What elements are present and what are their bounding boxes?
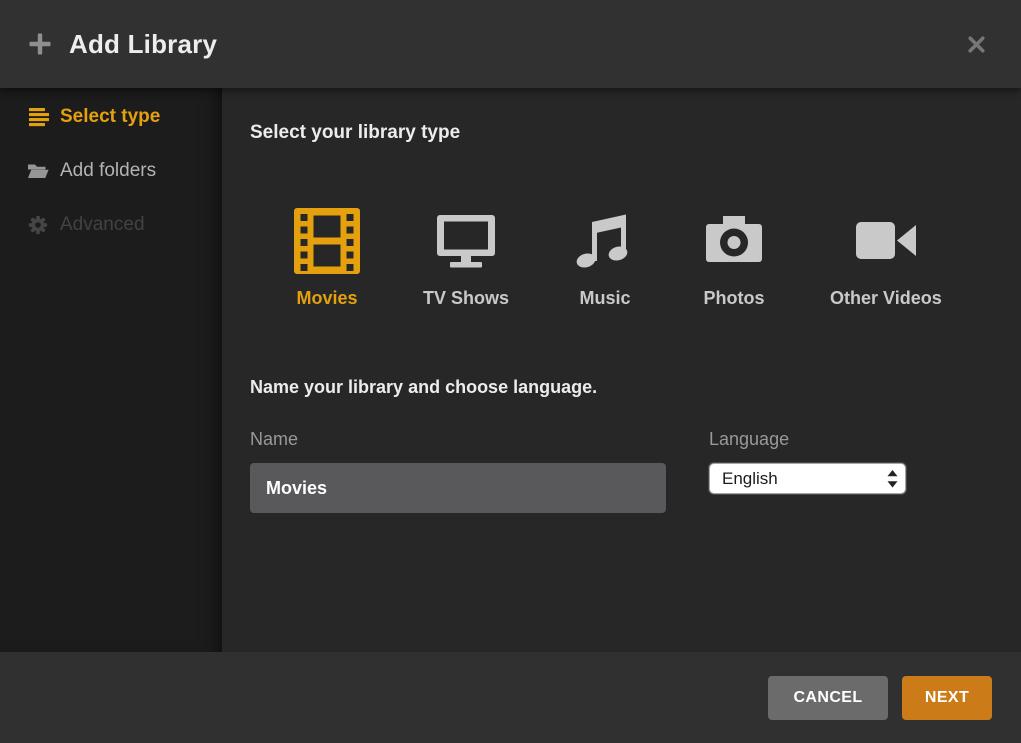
dialog-title: Add Library (69, 29, 217, 60)
dialog-header: Add Library (0, 0, 1021, 88)
language-label: Language (709, 429, 906, 450)
add-library-dialog: Add Library Select (0, 0, 1021, 743)
library-type-tv-shows[interactable]: TV Shows (423, 208, 509, 309)
sidebar-item-advanced: Advanced (0, 198, 222, 252)
music-note-icon (572, 208, 638, 274)
camera-icon (701, 208, 767, 274)
library-type-label: TV Shows (423, 288, 509, 309)
close-icon (966, 34, 987, 55)
tv-icon (433, 208, 499, 274)
dialog-footer: CANCEL NEXT (0, 652, 1021, 743)
library-type-music[interactable]: Music (572, 208, 638, 309)
name-language-heading: Name your library and choose language. (250, 377, 991, 398)
panel-heading: Select your library type (250, 122, 991, 144)
dialog-body: Select type Add folders (0, 88, 1021, 652)
library-form: Name Language English (250, 429, 991, 513)
language-field-group: Language English (709, 429, 906, 513)
library-type-label: Other Videos (830, 288, 942, 309)
film-icon (294, 208, 360, 274)
gear-icon (27, 214, 49, 236)
language-select[interactable]: English (709, 463, 906, 494)
language-selected-value: English (722, 470, 887, 487)
video-camera-icon (853, 208, 919, 274)
list-icon (27, 106, 49, 128)
sidebar-item-label: Add folders (60, 160, 156, 182)
library-type-photos[interactable]: Photos (701, 208, 767, 309)
library-name-input[interactable] (250, 463, 666, 513)
plus-icon (28, 32, 52, 56)
library-type-label: Music (580, 288, 631, 309)
folder-open-icon (27, 160, 49, 182)
next-button[interactable]: NEXT (902, 676, 992, 720)
library-type-picker: Movies TV Shows (294, 208, 991, 309)
library-type-label: Movies (296, 288, 357, 309)
library-type-other-videos[interactable]: Other Videos (830, 208, 942, 309)
sidebar-item-label: Advanced (60, 214, 145, 236)
close-button[interactable] (962, 30, 991, 59)
library-type-label: Photos (704, 288, 765, 309)
wizard-steps-sidebar: Select type Add folders (0, 88, 222, 652)
name-field-group: Name (250, 429, 666, 513)
sidebar-item-select-type[interactable]: Select type (0, 90, 222, 144)
cancel-button[interactable]: CANCEL (768, 676, 888, 720)
name-label: Name (250, 429, 666, 450)
select-type-panel: Select your library type (222, 88, 1021, 652)
library-type-movies[interactable]: Movies (294, 208, 360, 309)
select-spinner-icon (887, 470, 898, 488)
sidebar-item-add-folders[interactable]: Add folders (0, 144, 222, 198)
sidebar-item-label: Select type (60, 106, 160, 128)
